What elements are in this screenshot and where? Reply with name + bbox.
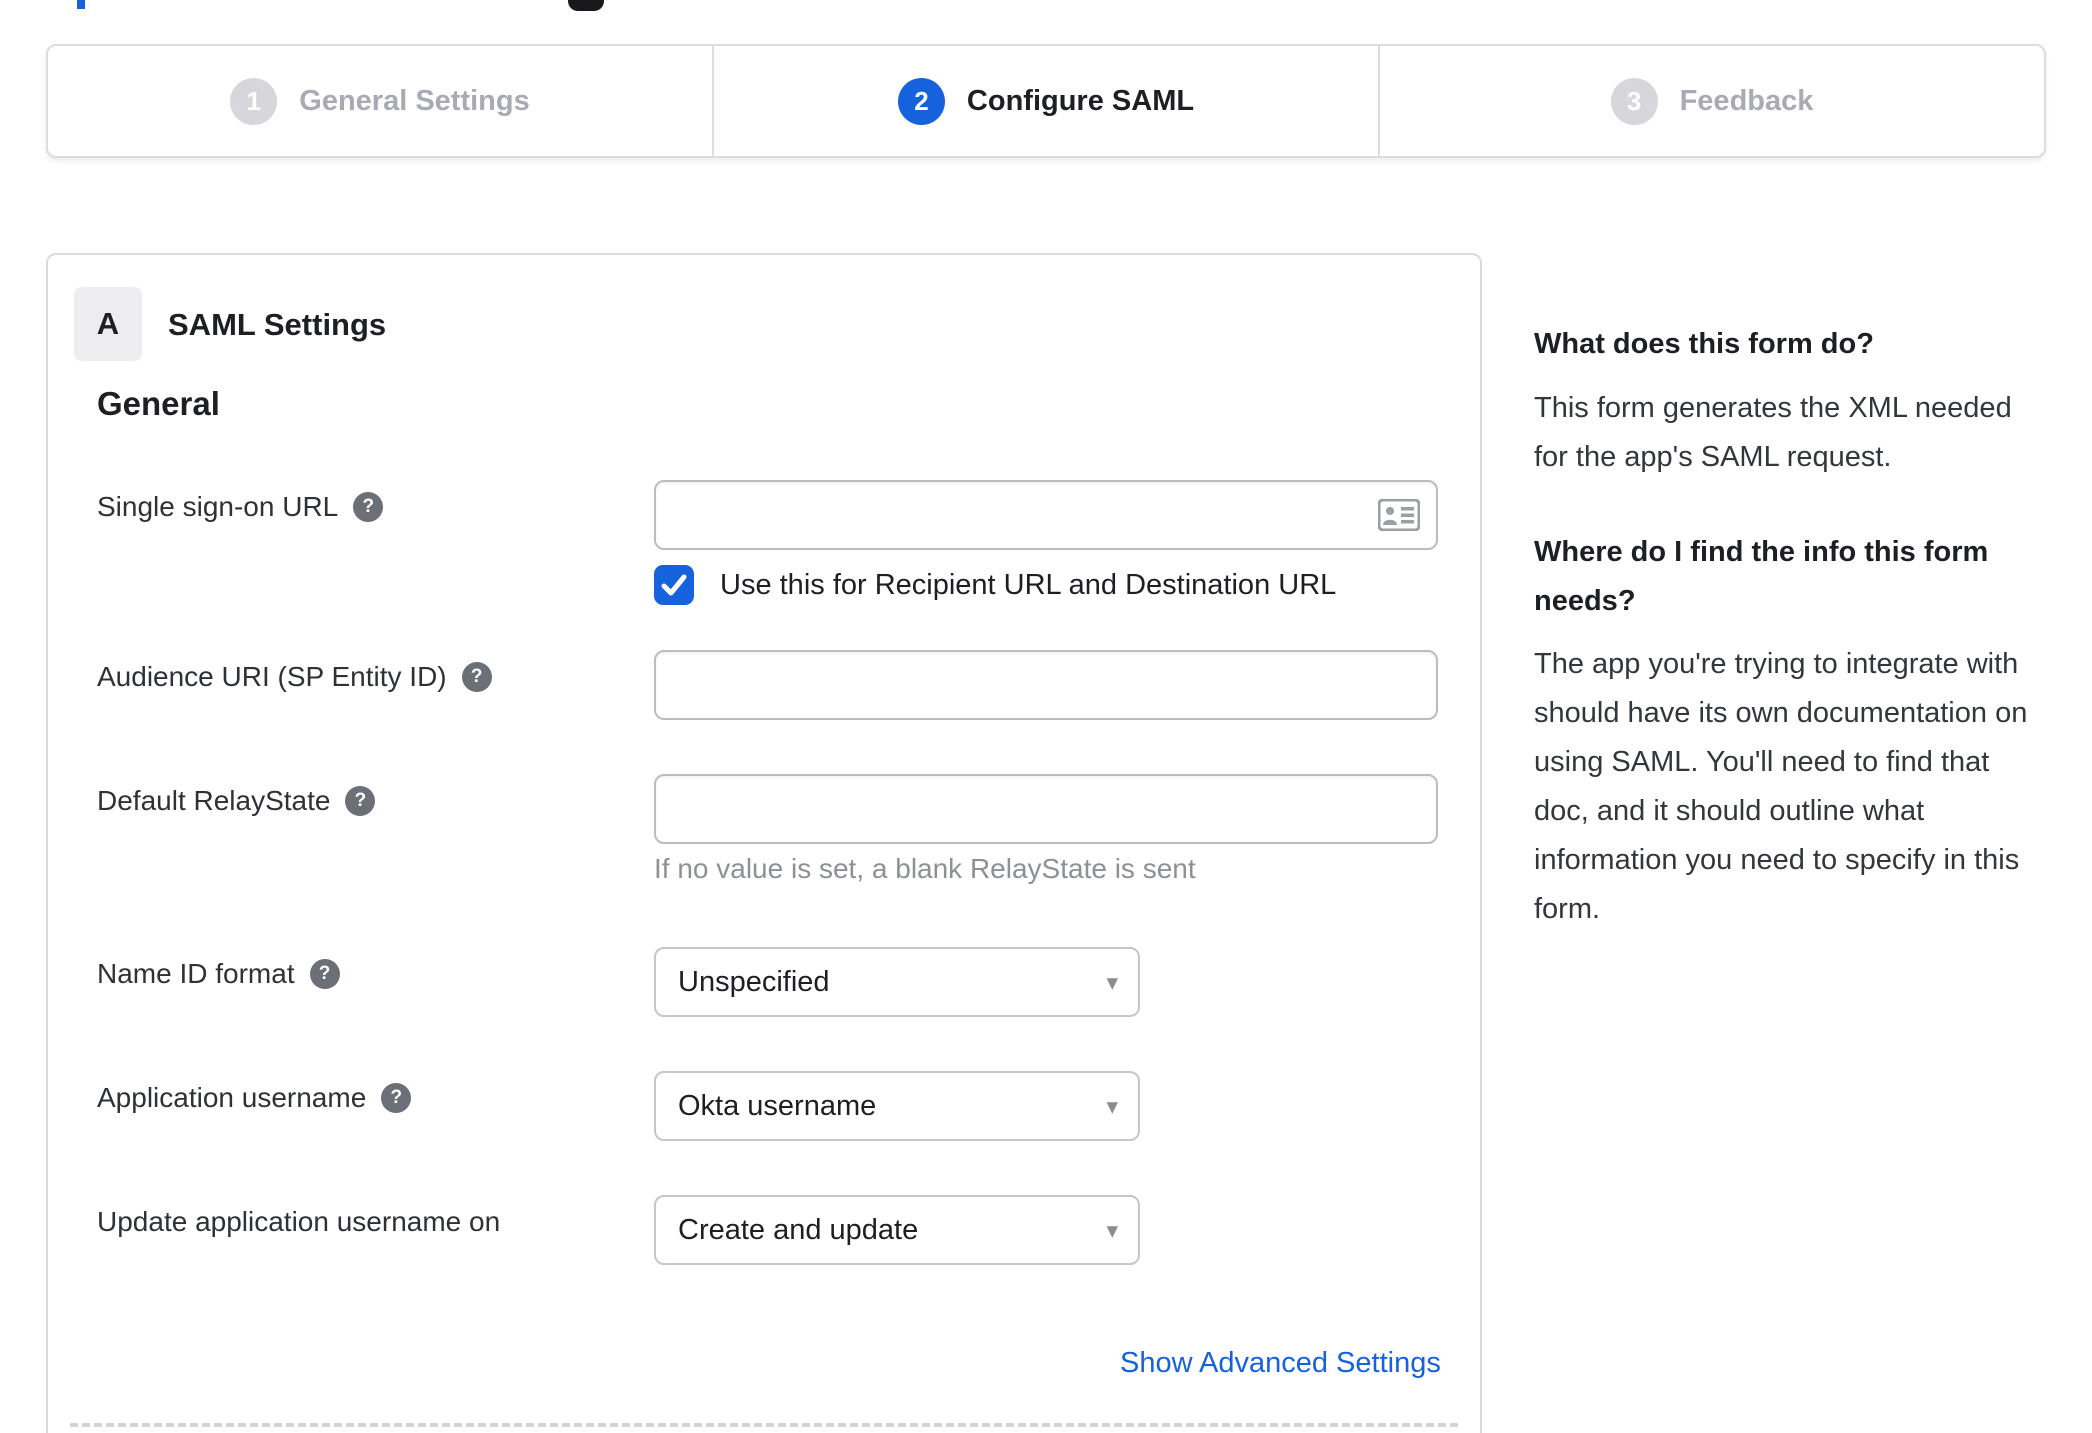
audience-uri-label: Audience URI (SP Entity ID) ? — [97, 661, 492, 693]
application-username-label: Application username ? — [97, 1082, 412, 1114]
recipient-url-checkbox[interactable] — [654, 565, 694, 605]
audience-uri-input[interactable] — [654, 650, 1438, 720]
saml-settings-panel: A SAML Settings General Single sign-on U… — [46, 253, 1482, 1433]
relay-state-input[interactable] — [654, 774, 1438, 844]
sso-url-field-wrap — [654, 480, 1438, 550]
recipient-url-checkbox-label: Use this for Recipient URL and Destinati… — [720, 568, 1337, 601]
section-dashed-divider — [70, 1423, 1458, 1427]
update-username-select[interactable]: Create and update ▾ — [654, 1195, 1140, 1265]
sidebar-section1-title: What does this form do? — [1534, 328, 1874, 360]
caret-down-icon: ▾ — [1106, 1216, 1118, 1243]
contact-card-icon — [1378, 499, 1420, 531]
caret-down-icon: ▾ — [1106, 968, 1118, 995]
step-number-badge: 1 — [230, 77, 278, 125]
relay-state-helper-text: If no value is set, a blank RelayState i… — [654, 853, 1196, 884]
update-username-label: Update application username on — [97, 1206, 501, 1237]
help-icon[interactable]: ? — [353, 492, 384, 522]
name-id-format-value: Unspecified — [678, 965, 830, 998]
caret-down-icon: ▾ — [1106, 1092, 1118, 1119]
step-general-settings[interactable]: 1 General Settings — [48, 46, 712, 156]
sidebar-section1-body: This form generates the XML needed for t… — [1534, 392, 2012, 473]
name-id-format-label: Name ID format ? — [97, 958, 340, 990]
show-advanced-settings-link[interactable]: Show Advanced Settings — [1120, 1347, 1441, 1380]
application-username-select[interactable]: Okta username ▾ — [654, 1071, 1140, 1141]
step-label: Configure SAML — [966, 84, 1195, 117]
help-icon[interactable]: ? — [345, 786, 376, 816]
sidebar-section2-body: The app you're trying to integrate with … — [1534, 648, 2028, 925]
checkmark-icon — [661, 574, 687, 596]
step-label: General Settings — [299, 84, 530, 117]
step-number-badge: 3 — [1610, 77, 1658, 125]
sso-url-label: Single sign-on URL ? — [97, 491, 384, 523]
general-section-title: General — [97, 385, 220, 422]
step-configure-saml[interactable]: 2 Configure SAML — [712, 46, 1378, 156]
update-username-value: Create and update — [678, 1213, 919, 1246]
help-icon[interactable]: ? — [309, 959, 340, 989]
clipped-title-fragment — [77, 0, 85, 9]
recipient-url-checkbox-row: Use this for Recipient URL and Destinati… — [654, 565, 1336, 605]
sso-url-input[interactable] — [654, 480, 1438, 550]
application-username-value: Okta username — [678, 1089, 877, 1122]
section-a-badge: A — [74, 287, 142, 361]
relay-state-label: Default RelayState ? — [97, 785, 376, 817]
panel-title: SAML Settings — [168, 307, 387, 342]
step-feedback[interactable]: 3 Feedback — [1378, 46, 2044, 156]
clipped-icon-fragment — [568, 0, 604, 11]
help-icon[interactable]: ? — [461, 662, 492, 692]
sidebar-section2-title: Where do I find the info this form needs… — [1534, 536, 1989, 617]
step-label: Feedback — [1679, 84, 1814, 117]
wizard-stepper: 1 General Settings 2 Configure SAML 3 Fe… — [46, 44, 2046, 158]
step-number-badge: 2 — [897, 77, 945, 125]
name-id-format-select[interactable]: Unspecified ▾ — [654, 947, 1140, 1017]
help-icon[interactable]: ? — [381, 1083, 412, 1113]
